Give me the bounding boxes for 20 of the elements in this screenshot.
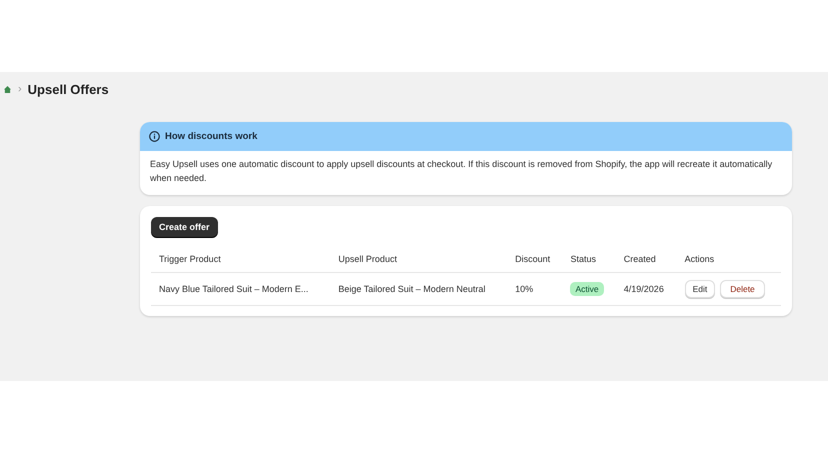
column-header: Status (562, 246, 616, 272)
table-cell: Navy Blue Tailored Suit – Modern E... (151, 272, 330, 306)
action-button[interactable]: Delete (720, 280, 765, 298)
column-header: Upsell Product (330, 246, 508, 272)
column-header: Actions (676, 246, 781, 272)
page-title: Upsell Offers (28, 82, 109, 96)
table-cell: 4/19/2026 (616, 272, 677, 306)
status-badge: Active (570, 282, 604, 296)
action-button[interactable]: Edit (684, 280, 716, 298)
home-icon[interactable] (4, 86, 11, 92)
table-cell: Beige Tailored Suit – Modern Neutral (330, 272, 508, 306)
column-header: Discount (507, 246, 562, 272)
banner-text: Easy Upsell uses one automatic discount to apply upsell discounts at checkout. If this discount is removed from Shopify, the app will recreate it automatically when needed. (149, 158, 774, 185)
table-cell: 10% (507, 272, 562, 306)
breadcrumb-separator: › (18, 83, 22, 95)
column-header: Created (616, 246, 677, 272)
info-icon (149, 131, 160, 142)
create-offer-button[interactable]: Create offer (151, 217, 218, 237)
column-header: Trigger Product (151, 246, 330, 272)
banner-title: How discounts work (165, 131, 258, 142)
